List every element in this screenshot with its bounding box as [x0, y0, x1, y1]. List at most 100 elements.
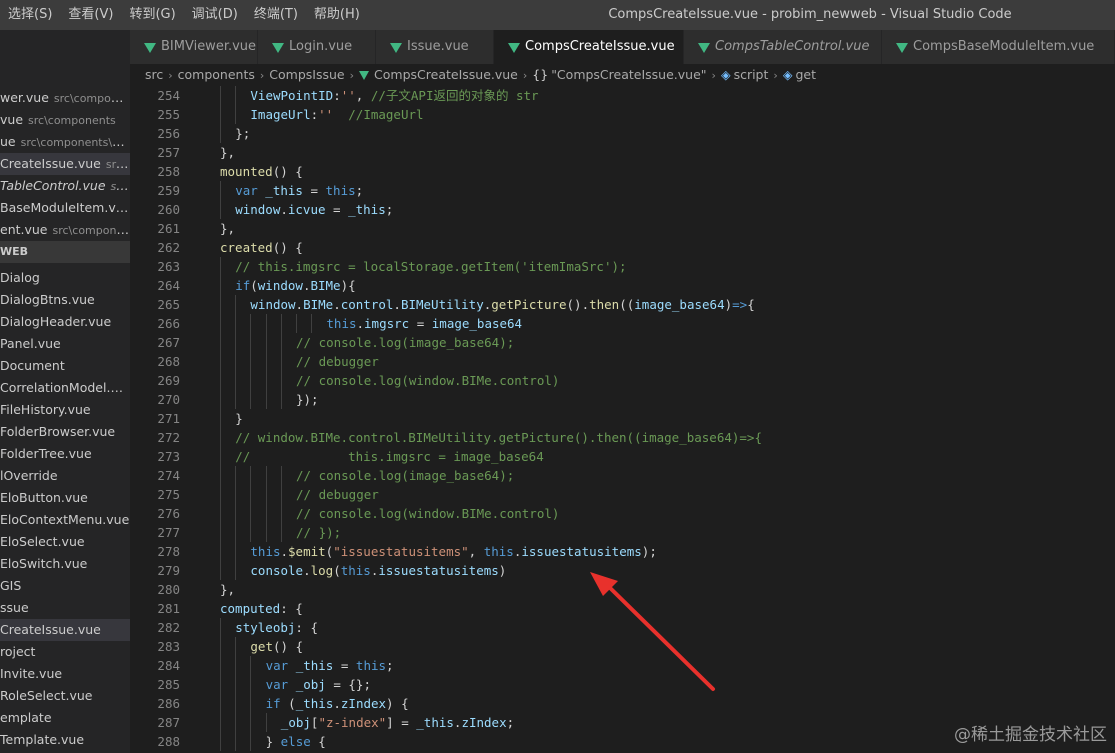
indent-guide — [265, 466, 267, 485]
line-number: 282 — [157, 620, 180, 635]
code-token: ) { — [386, 696, 409, 711]
breadcrumb-item[interactable]: CompsIssue — [269, 67, 344, 82]
file-tree-item[interactable]: roject — [0, 641, 130, 663]
indent-guide — [220, 181, 221, 200]
line-number: 255 — [157, 107, 180, 122]
file-tree-item[interactable]: ssue — [0, 597, 130, 619]
code-token: , — [468, 544, 484, 559]
open-editor-item[interactable]: CreateIssue.vue src\c... — [0, 153, 130, 175]
file-tree-item[interactable]: EloSelect.vue — [0, 531, 130, 553]
tab-bimviewer-vue[interactable]: BIMViewer.vue — [130, 30, 258, 64]
file-tree-item[interactable]: DialogBtns.vue — [0, 289, 130, 311]
code-line: 276 // console.log(window.BIMe.control) — [130, 504, 1115, 523]
code-token: . — [356, 316, 365, 331]
code-token: var — [265, 677, 289, 692]
code-text: this.imgsrc = image_base64 — [326, 314, 522, 333]
breadcrumb-script[interactable]: script — [734, 67, 769, 82]
open-editor-item[interactable]: ent.vue src\compone... — [0, 219, 130, 241]
breadcrumb-item[interactable]: src — [145, 67, 163, 82]
indent-guide — [280, 504, 282, 523]
indent-guide — [235, 295, 237, 314]
code-token: get — [250, 639, 273, 654]
file-tree-item[interactable]: EloContextMenu.vue — [0, 509, 130, 531]
line-number: 285 — [157, 677, 180, 692]
open-editor-item[interactable]: wer.vue src\compone... — [0, 87, 130, 109]
code-token: //ImageUrl — [348, 107, 424, 122]
menu-item[interactable]: 选择(S) — [0, 0, 60, 30]
open-editor-item[interactable]: vue src\components — [0, 109, 130, 131]
indent-guide — [250, 656, 252, 675]
indent-guide — [220, 352, 221, 371]
file-tree-item[interactable]: GIS — [0, 575, 130, 597]
tab-issue-vue[interactable]: Issue.vue — [376, 30, 494, 64]
file-tree-item[interactable]: DialogHeader.vue — [0, 311, 130, 333]
open-editor-item[interactable]: BaseModuleItem.vue... — [0, 197, 130, 219]
tab-compstablecontrol-vue[interactable]: CompsTableControl.vue — [684, 30, 882, 64]
breadcrumb-symbol[interactable]: get — [795, 67, 816, 82]
file-tree-item[interactable]: FolderTree.vue — [0, 443, 130, 465]
file-tree-item[interactable]: Invite.vue — [0, 663, 130, 685]
workspace-section-header[interactable]: WEB — [0, 241, 130, 263]
vue-file-icon — [144, 43, 156, 53]
code-token: ); — [641, 544, 657, 559]
indent-guide — [220, 637, 221, 656]
code-token: } — [235, 411, 243, 426]
line-number: 277 — [157, 525, 180, 540]
breadcrumb: src › components › CompsIssue › CompsCreateIss… — [130, 64, 1115, 86]
code-token: image_base64 — [634, 297, 725, 312]
indent-guide — [235, 713, 237, 732]
code-editor[interactable]: 254 ViewPointID:'', //子文API返回的对象的 str 255 I… — [130, 86, 1115, 753]
file-tree-item[interactable]: EloButton.vue — [0, 487, 130, 509]
code-line: 285 var _obj = {}; — [130, 675, 1115, 694]
file-tree-item[interactable]: FileHistory.vue — [0, 399, 130, 421]
breadcrumb-item[interactable]: components — [178, 67, 255, 82]
indent-guide — [235, 656, 237, 675]
code-line: 272 // window.BIMe.control.BIMeUtility.ge… — [130, 428, 1115, 447]
menu-bar: 选择(S) 查看(V) 转到(G) 调试(D) 终端(T) 帮助(H) — [0, 0, 368, 30]
open-editor-name: vue — [0, 112, 24, 127]
code-line: 275 // debugger — [130, 485, 1115, 504]
window-title: CompsCreateIssue.vue - probim_newweb - V… — [608, 7, 1012, 22]
file-tree-item[interactable]: RoleSelect.vue — [0, 685, 130, 707]
code-line: 259 var _this = this; — [130, 181, 1115, 200]
menu-item[interactable]: 转到(G) — [121, 0, 183, 30]
file-tree-item[interactable]: EloSwitch.vue — [0, 553, 130, 575]
code-token: // console.log(image_base64); — [296, 335, 515, 350]
code-token: ( — [250, 278, 258, 293]
code-text: // window.BIMe.control.BIMeUtility.getPi… — [235, 428, 762, 447]
code-text: ImageUrl:'' //ImageUrl — [250, 105, 423, 124]
file-tree-item[interactable]: CorrelationModel.vue — [0, 377, 130, 399]
file-tree-item[interactable]: Document — [0, 355, 130, 377]
code-token: // debugger — [296, 487, 379, 502]
code-token: getPicture — [491, 297, 567, 312]
file-tree-item[interactable]: Template.vue — [0, 729, 130, 751]
tab-compsbasemoduleitem-vue[interactable]: CompsBaseModuleItem.vue — [882, 30, 1115, 64]
code-token: : { — [295, 620, 318, 635]
code-text: var _obj = {}; — [266, 675, 371, 694]
breadcrumb-file[interactable]: CompsCreateIssue.vue — [374, 67, 518, 82]
tab-compscreateissue-vue[interactable]: CompsCreateIssue.vue× — [494, 30, 684, 64]
menu-item[interactable]: 帮助(H) — [306, 0, 368, 30]
tab-login-vue[interactable]: Login.vue — [258, 30, 376, 64]
file-tree-item[interactable]: FolderBrowser.vue — [0, 421, 130, 443]
code-token: created — [220, 240, 273, 255]
code-token: _this — [295, 658, 334, 673]
code-token: console — [250, 563, 304, 578]
menu-item[interactable]: 查看(V) — [60, 0, 121, 30]
file-tree-item[interactable]: Panel.vue — [0, 333, 130, 355]
indent-guide — [220, 409, 221, 428]
code-token: . — [303, 563, 311, 578]
indent-guide — [220, 200, 221, 219]
open-editor-item[interactable]: ue src\components\H... — [0, 131, 130, 153]
file-tree-item[interactable]: lOverride — [0, 465, 130, 487]
indent-guide — [296, 314, 297, 333]
menu-item[interactable]: 终端(T) — [246, 0, 306, 30]
breadcrumb-component[interactable]: "CompsCreateIssue.vue" — [551, 67, 706, 82]
open-editor-item[interactable]: TableControl.vue src\... — [0, 175, 130, 197]
code-token: var — [235, 183, 258, 198]
code-token: ; — [385, 202, 394, 217]
file-tree-item[interactable]: CreateIssue.vue — [0, 619, 130, 641]
file-tree-item[interactable]: emplate — [0, 707, 130, 729]
menu-item[interactable]: 调试(D) — [184, 0, 246, 30]
file-tree-item[interactable]: Dialog — [0, 267, 130, 289]
